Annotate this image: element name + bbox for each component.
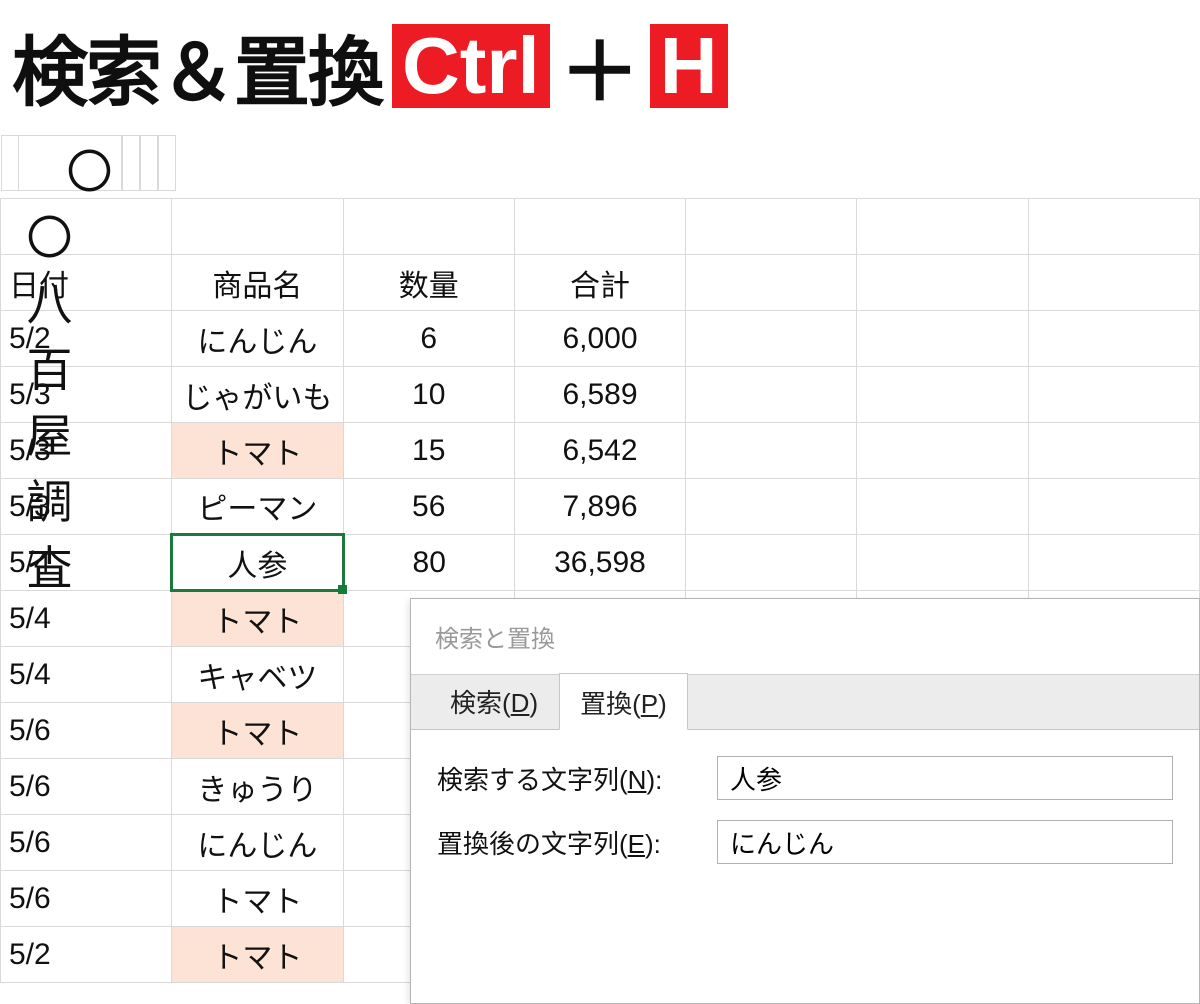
cell-name[interactable]: にんじん [172, 815, 343, 871]
cell-empty[interactable] [686, 479, 857, 535]
cell-name[interactable]: にんじん [172, 311, 343, 367]
cell-empty[interactable] [1028, 423, 1199, 479]
cell-empty[interactable] [1028, 479, 1199, 535]
find-input[interactable] [717, 756, 1173, 800]
cell-empty[interactable] [1028, 367, 1199, 423]
cell-empty[interactable] [857, 311, 1028, 367]
table-row[interactable]: 5/4人参8036,598 [1, 535, 1200, 591]
cell-date[interactable]: 5/6 [1, 703, 172, 759]
header-row: 日付 商品名 数量 合計 [1, 255, 1200, 311]
header-name: 商品名 [172, 255, 343, 311]
tab-search[interactable]: 検索(D) [429, 672, 559, 729]
table-row[interactable]: 5/2にんじん66,000 [1, 311, 1200, 367]
replace-label: 置換後の文字列(E): [437, 824, 717, 861]
tab-search-label: 検索(D) [450, 688, 538, 718]
cell-date[interactable]: 5/4 [1, 647, 172, 703]
cell-qty[interactable]: 10 [343, 367, 514, 423]
replace-input[interactable] [717, 820, 1173, 864]
banner: 検索＆置換 Ctrl ＋ H [0, 0, 1200, 128]
cell-qty[interactable]: 56 [343, 479, 514, 535]
banner-title: 検索＆置換 [12, 11, 382, 121]
cell-empty[interactable] [1028, 311, 1199, 367]
cell-qty[interactable]: 80 [343, 535, 514, 591]
cell-total[interactable]: 36,598 [514, 535, 685, 591]
header-date: 日付 [1, 255, 172, 311]
dialog-form: 検索する文字列(N): 置換後の文字列(E): [411, 730, 1199, 910]
cell-qty[interactable]: 15 [343, 423, 514, 479]
cell-empty[interactable] [686, 367, 857, 423]
cell-name[interactable]: じゃがいも [172, 367, 343, 423]
key-h: H [650, 24, 728, 108]
cell-date[interactable]: 5/6 [1, 759, 172, 815]
cell-name[interactable]: トマト [172, 591, 343, 647]
cell-empty[interactable] [686, 311, 857, 367]
tab-replace[interactable]: 置換(P) [559, 673, 688, 730]
cell-date[interactable]: 5/4 [1, 591, 172, 647]
table-row[interactable]: 5/3じゃがいも106,589 [1, 367, 1200, 423]
cell-empty[interactable] [857, 535, 1028, 591]
cell-date[interactable]: 5/6 [1, 815, 172, 871]
key-ctrl: Ctrl [392, 24, 550, 108]
cell-name[interactable]: きゅうり [172, 759, 343, 815]
cell-name[interactable]: トマト [172, 871, 343, 927]
cell-name[interactable]: トマト [172, 423, 343, 479]
cell-name[interactable]: トマト [172, 703, 343, 759]
cell-empty[interactable] [857, 423, 1028, 479]
cell-total[interactable]: 6,542 [514, 423, 685, 479]
tab-replace-label: 置換(P) [580, 689, 667, 719]
cell-empty[interactable] [686, 535, 857, 591]
dialog-tabstrip: 検索(D) 置換(P) [411, 674, 1199, 730]
dialog-title: 検索と置換 [411, 599, 1199, 674]
cell-date[interactable]: 5/6 [1, 871, 172, 927]
cell-name[interactable]: 人参 [172, 535, 343, 591]
cell-date[interactable]: 5/2 [1, 927, 172, 983]
header-qty: 数量 [343, 255, 514, 311]
fill-handle[interactable] [338, 585, 347, 594]
cell-name[interactable]: ピーマン [172, 479, 343, 535]
find-label: 検索する文字列(N): [437, 760, 717, 797]
cell-total[interactable]: 6,589 [514, 367, 685, 423]
cell-empty[interactable] [686, 423, 857, 479]
cell-empty[interactable] [857, 479, 1028, 535]
find-replace-dialog[interactable]: 検索と置換 検索(D) 置換(P) 検索する文字列(N): 置換後の文字列(E)… [410, 598, 1200, 1004]
table-row[interactable]: 5/3ピーマン567,896 [1, 479, 1200, 535]
cell-total[interactable]: 6,000 [514, 311, 685, 367]
cell-name[interactable]: トマト [172, 927, 343, 983]
cell-empty[interactable] [857, 367, 1028, 423]
plus-sign: ＋ [560, 8, 640, 124]
cell-total[interactable]: 7,896 [514, 479, 685, 535]
header-total: 合計 [514, 255, 685, 311]
cell-empty[interactable] [1028, 535, 1199, 591]
cell-qty[interactable]: 6 [343, 311, 514, 367]
table-row[interactable]: 5/3トマト156,542 [1, 423, 1200, 479]
cell-name[interactable]: キャベツ [172, 647, 343, 703]
